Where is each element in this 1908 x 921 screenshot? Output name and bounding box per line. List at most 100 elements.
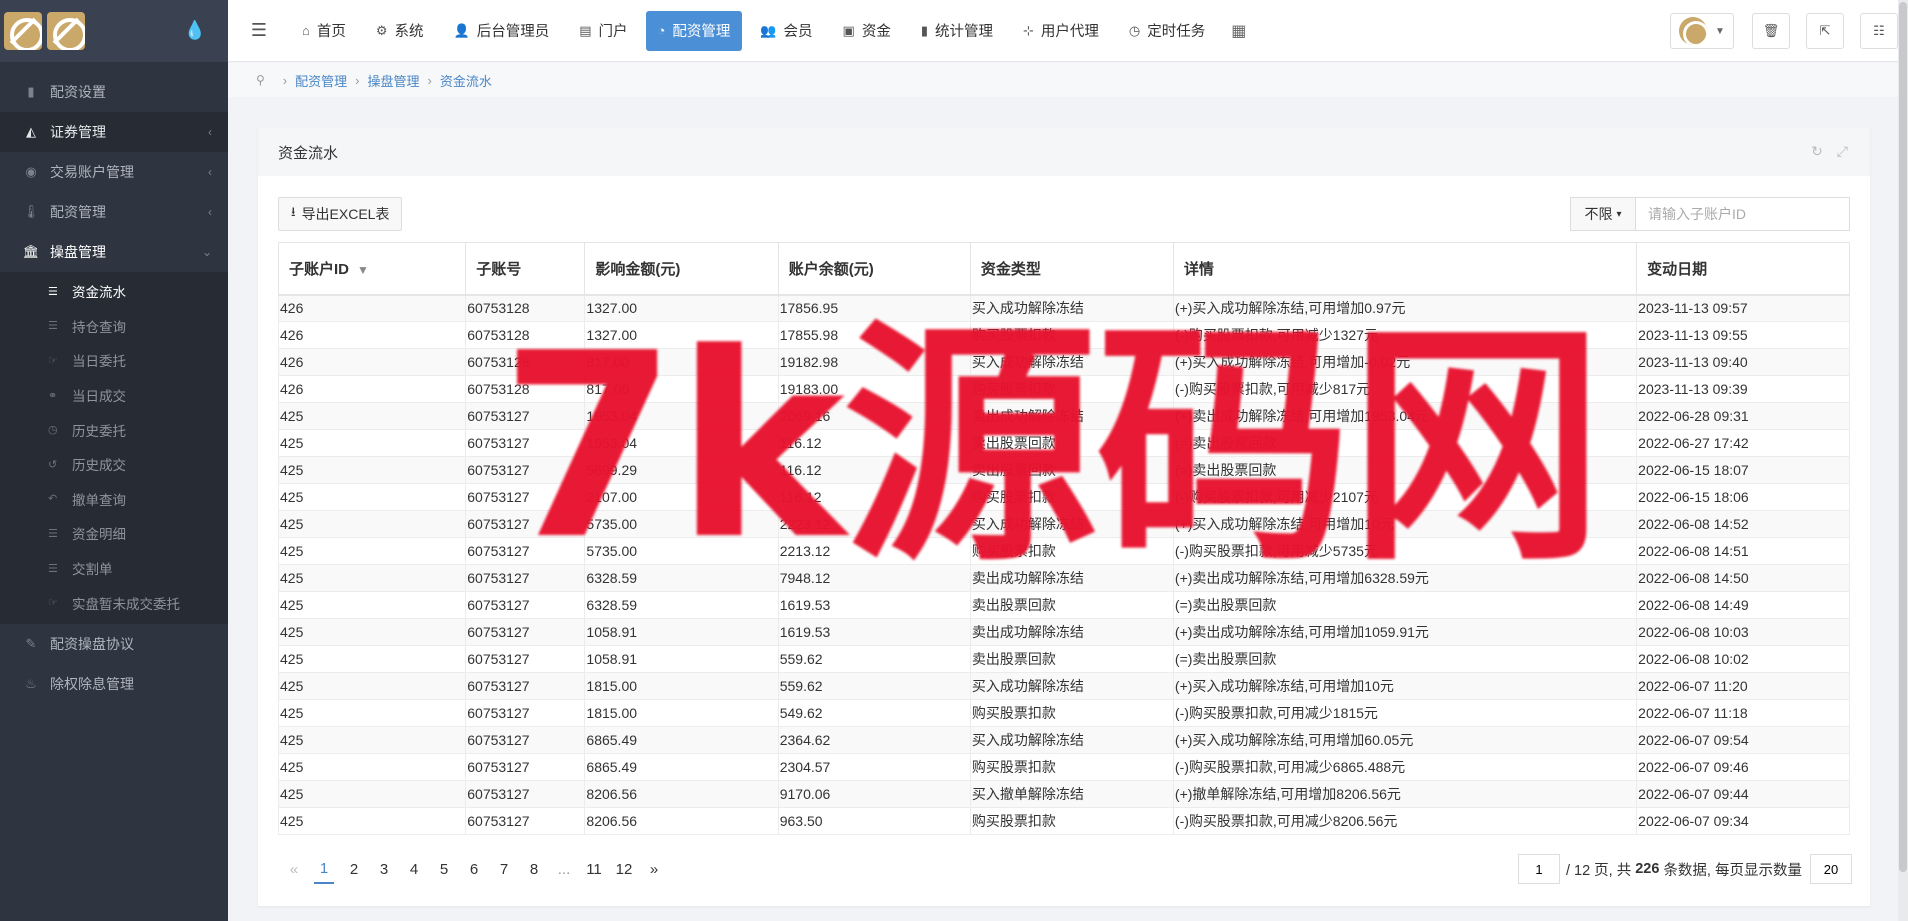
- page-number-button[interactable]: 2: [344, 854, 364, 884]
- column-header[interactable]: 子账户ID ▼: [277, 242, 467, 296]
- filter-icon[interactable]: ▼: [357, 263, 369, 277]
- breadcrumb-item-current[interactable]: 资金流水: [440, 71, 492, 90]
- table-cell: 2023-11-13 09:57: [1636, 294, 1850, 322]
- chevron-icon: ‹: [208, 165, 212, 179]
- sidebar-subitem-label: 资金明细: [72, 527, 126, 543]
- breadcrumb-item-trading[interactable]: 操盘管理: [368, 71, 420, 90]
- table-cell: 购买股票扣款: [969, 807, 1174, 835]
- refresh-icon[interactable]: ↻: [1811, 143, 1823, 160]
- table-row[interactable]: 425 60753127 8206.56 9170.06 买入撤单解除冻结 (+)撤单解除…: [277, 780, 1850, 808]
- caret-down-icon: ▾: [1616, 208, 1622, 220]
- sidebar-item[interactable]: ✎ 配资操盘协议: [0, 624, 228, 664]
- nav-tab[interactable]: 👤 后台管理员: [442, 11, 562, 51]
- sidebar-item[interactable]: 🏛 操盘管理 ⌄: [0, 232, 228, 272]
- nav-tab-label: 系统: [394, 24, 424, 40]
- external-link-button[interactable]: ⇱: [1806, 13, 1844, 49]
- table-row[interactable]: 425 60753127 1815.00 549.62 购买股票扣款 (-)购买股票扣款,…: [277, 699, 1850, 727]
- sidebar-subitem[interactable]: ☞ 当日委托: [0, 343, 228, 378]
- hand-icon: ☞: [48, 597, 58, 610]
- nav-tab-label: 统计管理: [935, 24, 993, 40]
- page-number-button[interactable]: 1: [314, 854, 334, 884]
- column-header: 资金类型: [969, 242, 1174, 296]
- column-header-label: 资金类型: [980, 260, 1041, 278]
- list-icon: ☰: [48, 527, 58, 540]
- table-cell: 549.62: [777, 699, 971, 727]
- nav-tab[interactable]: ◔ 配资管理: [645, 10, 743, 51]
- table-row[interactable]: 425 60753127 6865.49 2364.62 买入成功解除冻结 (+)买入成功…: [277, 726, 1850, 754]
- page-number-button[interactable]: 6: [464, 854, 484, 884]
- page-number-button[interactable]: 4: [404, 854, 424, 884]
- table-cell: 425: [277, 564, 467, 592]
- nav-tab[interactable]: ▮ 统计管理: [909, 11, 1005, 51]
- sidebar-subitem[interactable]: ↺ 历史成交: [0, 447, 228, 482]
- table-cell: 425: [277, 780, 467, 808]
- breadcrumb-item-config[interactable]: 配资管理: [295, 71, 347, 90]
- fullscreen-icon[interactable]: ⤢: [1837, 143, 1848, 160]
- table-cell: 425: [277, 753, 467, 781]
- page-number-button[interactable]: 3: [374, 854, 394, 884]
- sidebar-subitem-label: 撤单查询: [72, 492, 126, 508]
- next-page-button[interactable]: »: [644, 854, 664, 884]
- pagination: «1 2 3 4 5 6 7 8... 11 12»: [284, 854, 674, 884]
- sidebar-subitem[interactable]: ⚭ 当日成交: [0, 378, 228, 413]
- sidebar-item[interactable]: ◉ 交易账户管理 ‹: [0, 152, 228, 192]
- table-row[interactable]: 425 60753127 1815.00 559.62 买入成功解除冻结 (+)买入成功解…: [277, 672, 1850, 700]
- user-menu-button[interactable]: ▼: [1670, 13, 1734, 49]
- grid-icon[interactable]: ▦: [1231, 21, 1246, 41]
- sidebar-subitem[interactable]: ☰ 交割单: [0, 551, 228, 586]
- sidebar-item[interactable]: 🌡 配资管理 ‹: [0, 192, 228, 232]
- page-number-button[interactable]: 12: [614, 854, 634, 884]
- nav-tab[interactable]: ⌂ 首页: [290, 11, 358, 51]
- list-icon: ☰: [48, 285, 58, 298]
- nav-tab[interactable]: ⊹ 用户代理: [1011, 11, 1111, 51]
- export-excel-button[interactable]: ⭳ 导出EXCEL表: [278, 197, 403, 231]
- nav-tab[interactable]: ▣ 资金: [831, 11, 903, 51]
- nav-tab[interactable]: ◷ 定时任务: [1117, 11, 1217, 51]
- chevron-down-icon: ▼: [1715, 25, 1725, 37]
- nav-tab[interactable]: ▤ 门户: [567, 11, 639, 51]
- sidebar-subitem[interactable]: ☞ 实盘暂未成交委托: [0, 585, 228, 620]
- page-number-button[interactable]: 11: [584, 854, 604, 884]
- sidebar-subitem[interactable]: ☰ 资金明细: [0, 516, 228, 551]
- table-cell: 2022-06-08 14:49: [1636, 591, 1850, 619]
- nav-tab[interactable]: 👥 会员: [748, 11, 824, 51]
- page-size-input[interactable]: [1810, 854, 1852, 884]
- sidebar-item-label: 证券管理: [50, 124, 106, 140]
- sidebar-subitem-label: 交割单: [72, 562, 113, 578]
- sidebar-subitem[interactable]: ☰ 资金流水: [0, 274, 228, 309]
- page-jump-input[interactable]: [1517, 854, 1560, 884]
- table-cell: 2022-06-08 14:51: [1636, 537, 1850, 565]
- sidebar-toggle-button[interactable]: ☷: [1860, 13, 1898, 49]
- fire-icon: ♨: [25, 675, 37, 691]
- page-number-button[interactable]: 7: [494, 854, 514, 884]
- table-row[interactable]: 425 60753127 1058.91 1619.53 卖出成功解除冻结 (+)卖出成功…: [277, 618, 1850, 646]
- droplet-icon[interactable]: 💧: [184, 20, 206, 41]
- sidebar-header: 💧: [0, 0, 228, 62]
- filter-select[interactable]: 不限 ▾: [1570, 197, 1636, 231]
- table-cell: 425: [277, 483, 467, 511]
- page-scrollbar[interactable]: [1898, 0, 1908, 921]
- sidebar-item[interactable]: ♨ 除权除息管理: [0, 664, 228, 704]
- panel-title: 资金流水: [278, 144, 339, 162]
- sidebar-item[interactable]: ▮ 配资设置: [0, 72, 228, 112]
- area-chart-icon: ◭: [26, 124, 36, 139]
- sidebar-subitem[interactable]: ↶ 撤单查询: [0, 482, 228, 517]
- table-row[interactable]: 425 60753127 6865.49 2304.57 购买股票扣款 (-)购买股票扣款…: [277, 753, 1850, 781]
- table-row[interactable]: 425 60753127 1058.91 559.62 卖出股票回款 (=)卖出股票回款 2…: [277, 645, 1850, 673]
- sidebar-subitem[interactable]: ☰ 持仓查询: [0, 309, 228, 344]
- sidebar-subitem[interactable]: ◷ 历史委托: [0, 412, 228, 447]
- nav-tab[interactable]: ⚙ 系统: [364, 11, 436, 51]
- scrollbar-thumb[interactable]: [1899, 2, 1907, 872]
- prev-page-button[interactable]: «: [284, 854, 304, 884]
- hamburger-menu-icon[interactable]: ☰: [228, 20, 290, 41]
- page-number-button[interactable]: 8: [524, 854, 544, 884]
- trash-button[interactable]: 🗑: [1752, 13, 1790, 49]
- page-number-button[interactable]: 5: [434, 854, 454, 884]
- subaccount-search-input[interactable]: [1636, 197, 1850, 231]
- user-icon: 👤: [453, 22, 470, 38]
- table-row[interactable]: 425 60753127 8206.56 963.50 购买股票扣款 (-)购买股票扣款,…: [277, 807, 1850, 835]
- table-cell: 2022-06-28 09:31: [1636, 402, 1850, 430]
- sidebar-item[interactable]: ◭ 证券管理 ‹: [0, 112, 228, 152]
- bar-chart-icon: ▮: [27, 84, 35, 99]
- pagination-ellipsis[interactable]: ...: [554, 854, 574, 884]
